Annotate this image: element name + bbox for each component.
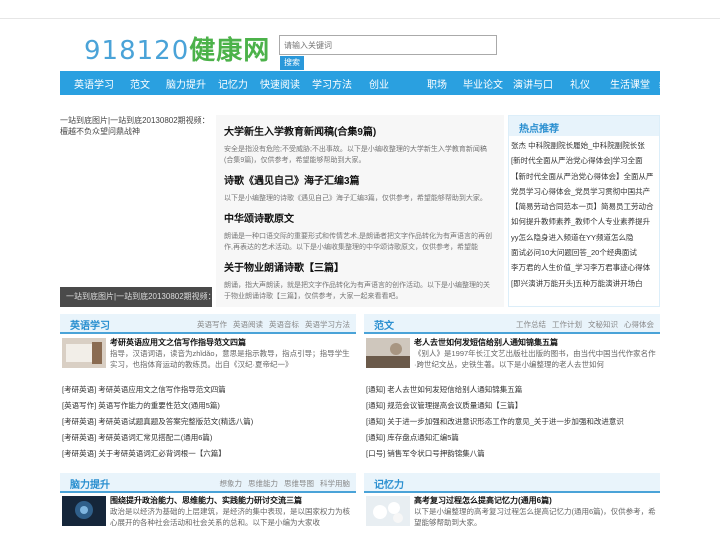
section-tag[interactable]: 想象力 (220, 479, 243, 488)
news-item: 关于物业朗诵诗歌【三篇】 朗诵，指大声朗读，就是把文字作品转化为有声语言的创作活… (224, 259, 496, 302)
news-title[interactable]: 中华颂诗歌原文 (224, 210, 496, 225)
nav-item-life[interactable]: 生活课堂 (610, 76, 650, 91)
image-slider[interactable]: 一站到底图片|一站到底20130802期视频：檀越不负众望问鼎战神 一站到底图片… (60, 115, 212, 307)
search-button[interactable]: 搜索 (280, 56, 304, 70)
logo-text: 健康网 (189, 36, 271, 66)
hot-item[interactable]: 张杰 中科院副院长履始_中科院副院长张 (511, 138, 659, 153)
hot-item[interactable]: 面试必问10大问题回答_20个经典面试 (511, 245, 659, 260)
hot-item[interactable]: 【新时代全面从严治党心得体会】全面从严 (511, 169, 659, 184)
nav-item-thesis[interactable]: 毕业论文 (463, 76, 503, 91)
section-tag[interactable]: 工作总结 (516, 320, 546, 329)
english-feature-title[interactable]: 考研英语应用文之信写作指导范文四篇 (110, 337, 246, 348)
news-desc: 朗诵是一种口语交际的重要形式和传情艺术,是朗诵者把文字作品转化为有声语言的再创作… (224, 233, 492, 251)
main-nav: 英语学习 范文 脑力提升 记忆力 快速阅读 学习方法 创业 职场 毕业论文 演讲… (60, 71, 699, 95)
nav-item-fanwen[interactable]: 范文 (130, 76, 150, 91)
section-tag[interactable]: 文秘知识 (588, 320, 618, 329)
fanwen-feature-title[interactable]: 老人去世如何发短信给别人通知锦集五篇 (414, 337, 558, 348)
list-item[interactable]: [英语写作] 英语写作能力的重要性范文(通用5篇) (62, 398, 253, 414)
news-title[interactable]: 关于物业朗诵诗歌【三篇】 (224, 259, 496, 274)
fanwen-list: [通知] 老人去世如何发短信给别人通知锦集五篇 [通知] 规范会议管理提高会议质… (366, 382, 624, 462)
hot-item[interactable]: 如何提升教师素养_教师个人专业素养提升 (511, 214, 659, 229)
news-desc: 朗诵，指大声朗读，就是把文字作品转化为有声语言的创作活动。以下是小编整理的关于物… (224, 282, 490, 300)
section-header-brain: 脑力提升 想象力 思维能力 思维导图 科学用脑 (60, 473, 356, 493)
memory-feature-title[interactable]: 高考复习过程怎么提高记忆力(通用6篇) (414, 495, 552, 506)
section-title-memory[interactable]: 记忆力 (374, 476, 404, 491)
section-header-english: 英语学习 英语写作 英语阅读 英语音标 英语学习方法 (60, 314, 356, 334)
hot-item[interactable]: 党员学习心得体会_党员学习贯彻中国共产 (511, 184, 659, 199)
nav-item-startup[interactable]: 创业 (369, 76, 389, 91)
slider-image-alt: 一站到底图片|一站到底20130802期视频：檀越不负众望问鼎战神 (60, 116, 210, 136)
english-thumbnail[interactable] (62, 338, 106, 368)
section-tag[interactable]: 英语写作 (197, 320, 227, 329)
nav-item-memory[interactable]: 记忆力 (218, 76, 248, 91)
hot-item[interactable]: 【简易劳动合同范本一页】简易员工劳动合 (511, 199, 659, 214)
section-tag[interactable]: 英语学习方法 (305, 320, 350, 329)
list-item[interactable]: [考研英语] 关于考研英语词汇必背词根一【六篇】 (62, 446, 253, 462)
brain-feature-desc: 政治是以经济为基础的上层建筑，是经济的集中表现，是以国家权力为核心展开的各种社会… (110, 507, 350, 527)
news-title[interactable]: 大学新生入学教育新闻稿(合集9篇) (224, 123, 496, 138)
brain-feature-title[interactable]: 围绕提升政治能力、思维能力、实践能力研讨交流三篇 (110, 495, 302, 506)
fanwen-feature-desc: 《别人》是1997年长江文艺出版社出版的图书，由当代中国当代作家名作·跨世纪文丛… (414, 349, 656, 369)
news-item: 中华颂诗歌原文 朗诵是一种口语交际的重要形式和传情艺术,是朗诵者把文字作品转化为… (224, 210, 496, 253)
hot-recommend-panel: 热点推荐 张杰 中科院副院长履始_中科院副院长张 [新时代全面从严治党心得体会]… (508, 115, 660, 307)
list-item[interactable]: [考研英语] 考研英语试题真题及答案完整版范文(精选八篇) (62, 414, 253, 430)
nav-item-reading[interactable]: 快速阅读 (260, 76, 300, 91)
section-tag[interactable]: 心得体会 (624, 320, 654, 329)
nav-item-quotes[interactable]: 经典语录 (659, 76, 699, 91)
header-divider (0, 18, 720, 19)
section-tag[interactable]: 英语阅读 (233, 320, 263, 329)
nav-item-method[interactable]: 学习方法 (312, 76, 352, 91)
section-tags: 想象力 思维能力 思维导图 科学用脑 (214, 478, 351, 489)
list-item[interactable]: [考研英语] 考研英语应用文之信写作指导范文四篇 (62, 382, 253, 398)
news-item: 大学新生入学教育新闻稿(合集9篇) 安全是指没有危险;不受威胁;不出事故。以下是… (224, 123, 496, 166)
section-tag[interactable]: 工作计划 (552, 320, 582, 329)
hot-item[interactable]: yy怎么隐身进入频道在YY频道怎么隐 (511, 230, 659, 245)
news-title[interactable]: 诗歌《遇见自己》海子汇编3篇 (224, 172, 496, 187)
section-tag[interactable]: 科学用脑 (320, 479, 350, 488)
memory-thumbnail[interactable] (366, 496, 410, 526)
news-desc: 以下是小编整理的诗歌《遇见自己》海子汇编3篇，仅供参考，希望能够帮助到大家。 (224, 195, 487, 202)
section-title-fanwen[interactable]: 范文 (374, 317, 394, 332)
slider-caption[interactable]: 一站到底图片|一站到底20130802期视频：檀越 (60, 287, 212, 307)
nav-item-brain[interactable]: 脑力提升 (166, 76, 206, 91)
section-header-fanwen: 范文 工作总结 工作计划 文秘知识 心得体会 (364, 314, 660, 334)
fanwen-thumbnail[interactable] (366, 338, 410, 368)
headline-news: 大学新生入学教育新闻稿(合集9篇) 安全是指没有危险;不受威胁;不出事故。以下是… (216, 115, 504, 307)
section-tag[interactable]: 英语音标 (269, 320, 299, 329)
hot-item[interactable]: 李万君的人生价值_学习李万君事迹心得体 (511, 260, 659, 275)
section-header-memory: 记忆力 (364, 473, 660, 493)
site-logo[interactable]: 918120健康网 (84, 30, 270, 67)
hot-item[interactable]: [新时代全面从严治党心得体会]学习全面 (511, 153, 659, 168)
english-list: [考研英语] 考研英语应用文之信写作指导范文四篇 [英语写作] 英语写作能力的重… (62, 382, 253, 462)
list-item[interactable]: [口号] 销售军令状口号押韵锦集八篇 (366, 446, 624, 462)
hot-item[interactable]: [即兴演讲万能开头]五种万能演讲开场白 (511, 276, 659, 291)
news-desc: 安全是指没有危险;不受威胁;不出事故。以下是小编收整理的大学新生入学教育新闻稿(… (224, 146, 487, 164)
brain-thumbnail[interactable] (62, 496, 106, 526)
section-tags: 英语写作 英语阅读 英语音标 英语学习方法 (191, 319, 350, 330)
nav-item-career[interactable]: 职场 (427, 76, 447, 91)
list-item[interactable]: [通知] 关于进一步加强和改进意识形态工作的意见_关于进一步加强和改进意识 (366, 414, 624, 430)
search-input[interactable] (279, 35, 497, 55)
nav-item-english[interactable]: 英语学习 (74, 76, 114, 91)
english-feature-desc: 指导，汉语词语，读音为zhǐdǎo，意思是指示教导，指点引导；指导学生实习，也指… (110, 349, 350, 369)
list-item[interactable]: [考研英语] 考研英语词汇常见搭配二(通用6篇) (62, 430, 253, 446)
section-title-brain[interactable]: 脑力提升 (70, 476, 110, 491)
nav-item-etiquette[interactable]: 礼仪 (570, 76, 590, 91)
hot-recommend-title: 热点推荐 (509, 116, 659, 136)
section-title-english[interactable]: 英语学习 (70, 317, 110, 332)
list-item[interactable]: [通知] 库存盘点通知汇编5篇 (366, 430, 624, 446)
nav-item-speech[interactable]: 演讲与口 (513, 76, 553, 91)
list-item[interactable]: [通知] 老人去世如何发短信给别人通知锦集五篇 (366, 382, 624, 398)
section-tag[interactable]: 思维导图 (284, 479, 314, 488)
section-tag[interactable]: 思维能力 (248, 479, 278, 488)
list-item[interactable]: [通知] 规范会议管理提高会议质量通知【三篇】 (366, 398, 624, 414)
memory-feature-desc: 以下是小编整理的高考复习过程怎么提高记忆力(通用6篇)，仅供参考，希望能够帮助到… (414, 507, 656, 527)
section-tags: 工作总结 工作计划 文秘知识 心得体会 (510, 319, 654, 330)
logo-number: 918120 (84, 36, 190, 66)
news-item: 诗歌《遇见自己》海子汇编3篇 以下是小编整理的诗歌《遇见自己》海子汇编3篇，仅供… (224, 172, 496, 204)
